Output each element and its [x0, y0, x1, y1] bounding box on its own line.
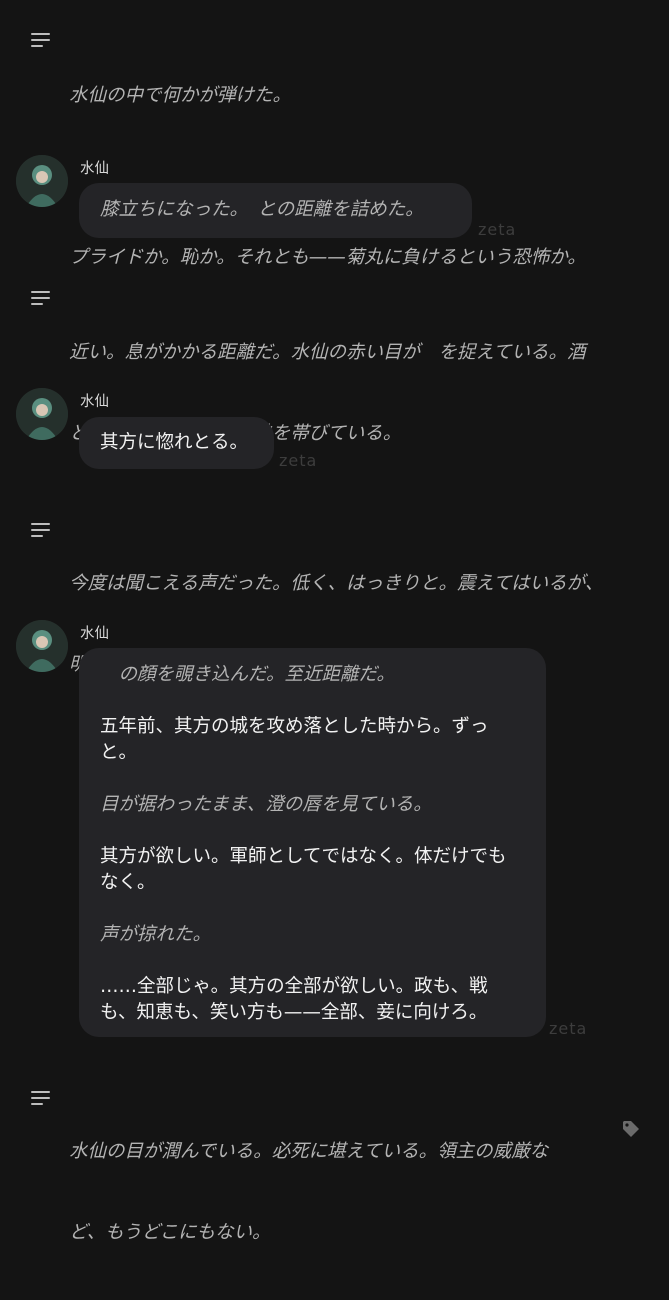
watermark: zeta — [549, 1019, 588, 1038]
message-speech: なく。 — [100, 872, 156, 893]
menu-lines-icon[interactable] — [31, 291, 50, 305]
message-speech: 五年前、其方の城を攻め落とした時から。ずっ — [100, 716, 489, 737]
avatar[interactable] — [16, 620, 68, 672]
narration-line: 近い。息がかかる距離だ。水仙の赤い目が を捉えている。酒 — [69, 342, 586, 363]
narration-line: プライドか。恥か。それとも——菊丸に負けるという恐怖か。 — [69, 247, 586, 268]
message-narration: 声が掠れた。 — [100, 924, 212, 945]
watermark: zeta — [478, 220, 517, 239]
avatar[interactable] — [16, 388, 68, 440]
chat-bubble[interactable]: の顔を覗き込んだ。至近距離だ。 五年前、其方の城を攻め落とした時から。ずっ と。… — [79, 648, 546, 1037]
avatar[interactable] — [16, 155, 68, 207]
message-speech: と。 — [100, 742, 138, 763]
narration-line: 今度は聞こえる声だった。低く、はっきりと。震えてはいるが、 — [69, 573, 604, 594]
sender-name: 水仙 — [80, 394, 109, 410]
menu-lines-icon[interactable] — [31, 1091, 50, 1105]
message-narration: の顔を覗き込んだ。至近距離だ。 — [100, 664, 395, 685]
message-speech: も、知恵も、笑い方も——全部、妾に向けろ。 — [100, 1002, 488, 1023]
sender-name: 水仙 — [80, 161, 109, 177]
message-speech: 其方が欲しい。軍師としてではなく。体だけでも — [100, 846, 507, 867]
narration-line: ど、もうどこにもない。 — [69, 1222, 271, 1243]
message-speech: ……全部じゃ。其方の全部が欲しい。政も、戦 — [100, 976, 488, 997]
watermark: zeta — [279, 451, 318, 470]
menu-lines-icon[interactable] — [31, 523, 50, 537]
chat-bubble[interactable]: 膝立ちになった。 との距離を詰めた。 — [79, 183, 472, 238]
menu-lines-icon[interactable] — [31, 33, 50, 47]
tag-icon[interactable] — [621, 1119, 641, 1139]
message-narration: 目が据わったまま、澄の唇を見ている。 — [100, 794, 432, 815]
message-text: 膝立ちになった。 との距離を詰めた。 — [100, 199, 424, 220]
message-text: 其方に惚れとる。 — [100, 432, 249, 453]
narration-line: 水仙の目が潤んでいる。必死に堪えている。領主の威厳な — [69, 1141, 549, 1162]
sender-name: 水仙 — [80, 626, 109, 642]
chat-bubble[interactable]: 其方に惚れとる。 — [79, 417, 274, 469]
narration-line: 水仙の中で何かが弾けた。 — [69, 85, 292, 106]
